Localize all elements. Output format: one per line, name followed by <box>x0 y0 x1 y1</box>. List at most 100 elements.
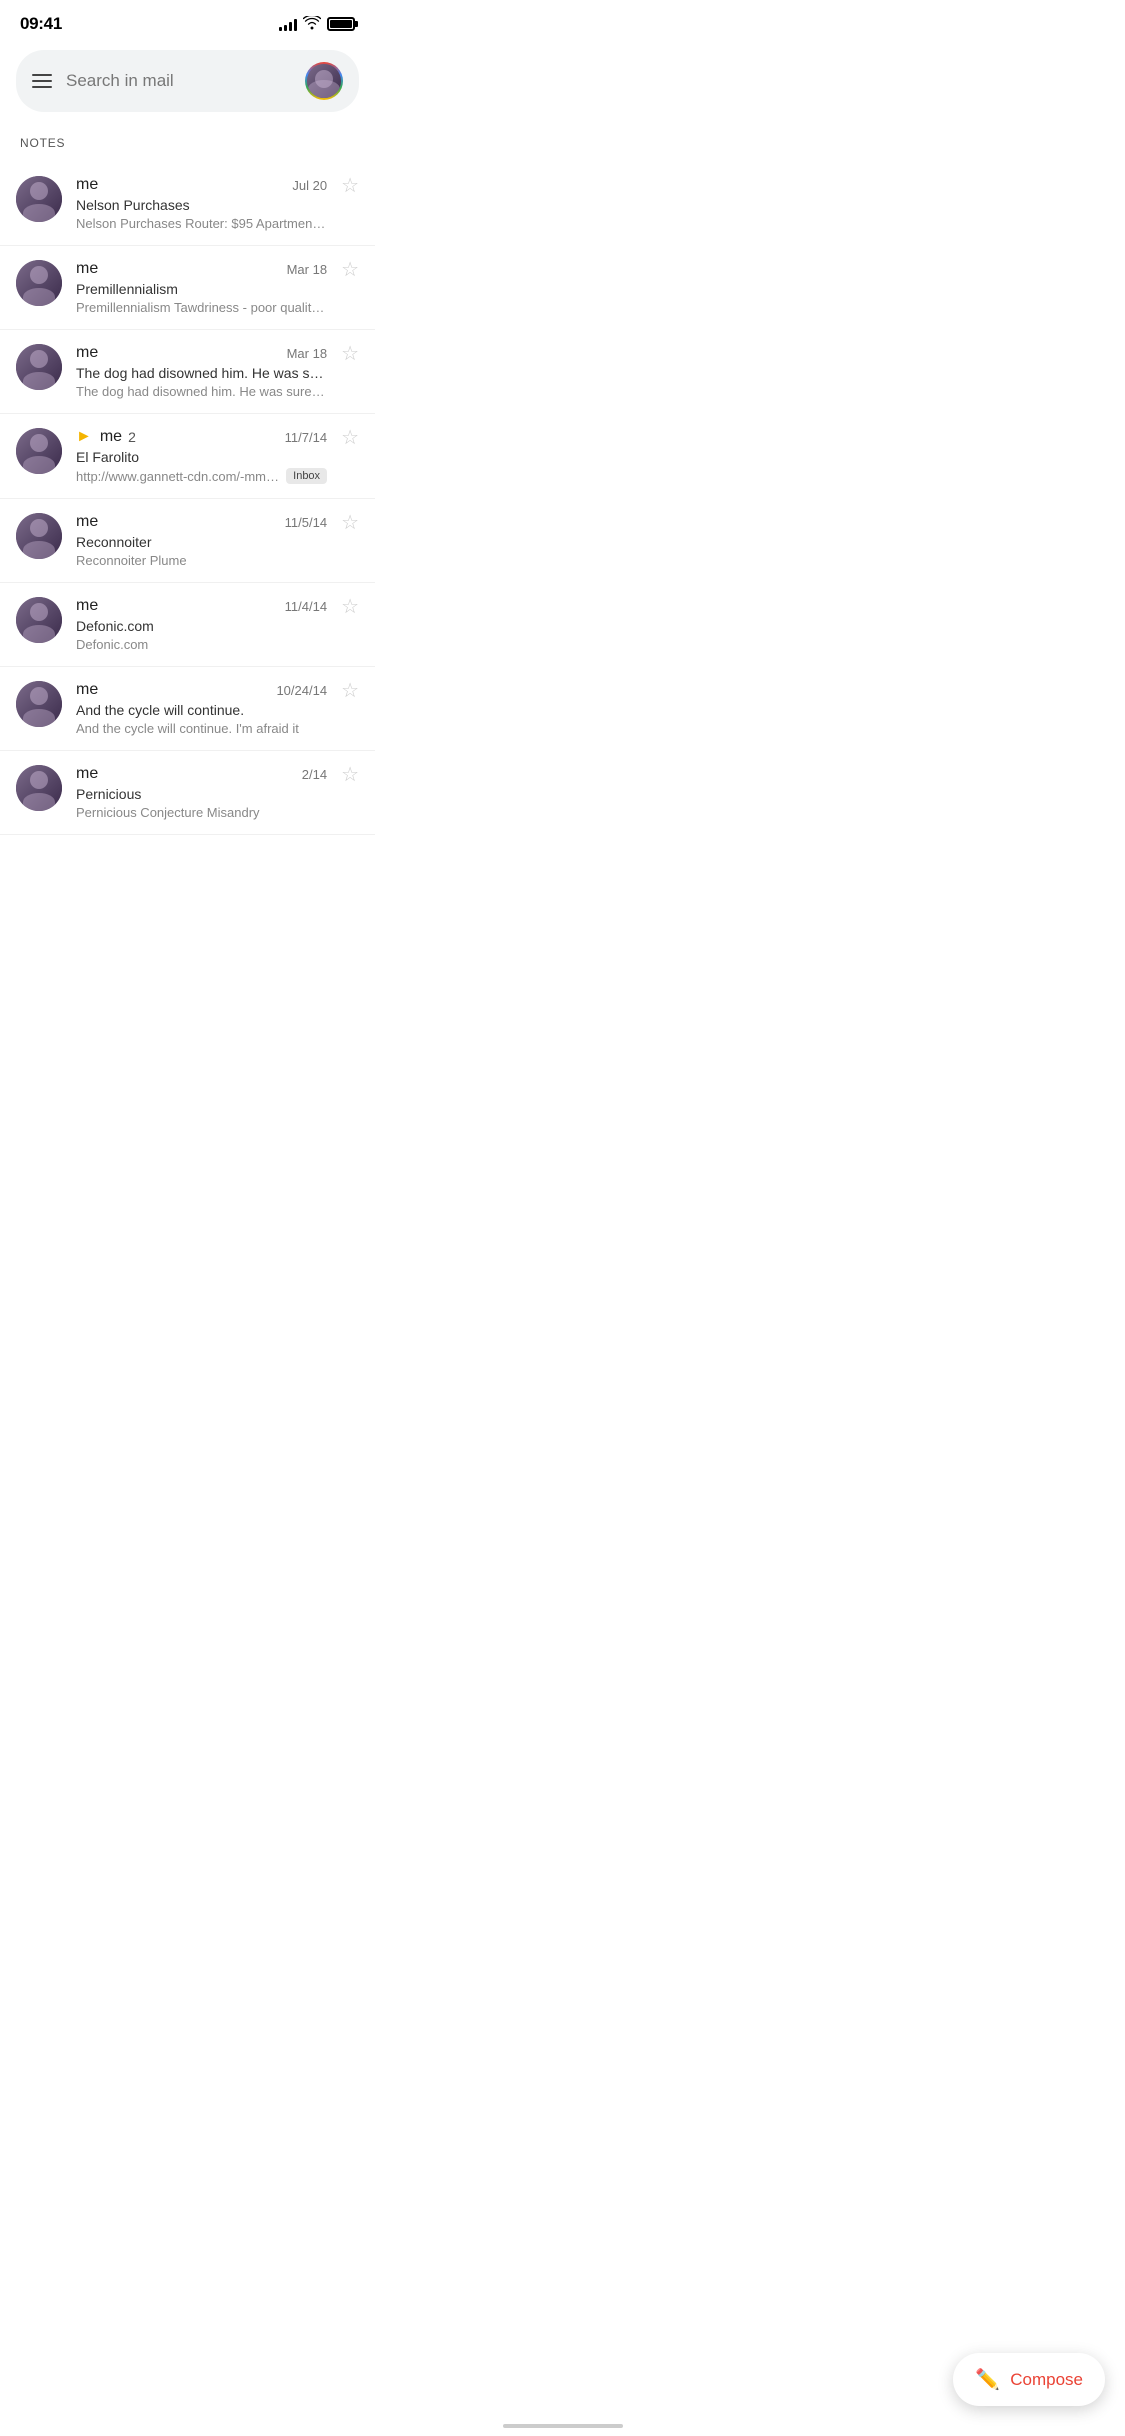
email-preview: Nelson Purchases Router: $95 Apartment D… <box>76 216 327 231</box>
email-sender: me <box>100 428 122 446</box>
email-preview: The dog had disowned him. He was sure of… <box>76 384 327 399</box>
compose-label: Compose <box>1010 2370 1083 2390</box>
email-preview-row: And the cycle will continue. I'm afraid … <box>76 721 327 736</box>
email-list: me Jul 20 Nelson Purchases Nelson Purcha… <box>0 162 375 835</box>
email-avatar <box>16 513 62 559</box>
email-date: Jul 20 <box>292 178 327 193</box>
email-sender-row: me <box>76 597 98 615</box>
email-content: me 2/14 Pernicious Pernicious Conjecture… <box>76 765 327 820</box>
email-header: me Mar 18 <box>76 260 327 278</box>
email-content: me 11/5/14 Reconnoiter Reconnoiter Plume <box>76 513 327 568</box>
email-subject: Premillennialism <box>76 281 327 297</box>
email-content: me 10/24/14 And the cycle will continue.… <box>76 681 327 736</box>
email-sender-row: me <box>76 344 98 362</box>
email-date: 11/5/14 <box>285 515 327 530</box>
email-sender: me <box>76 176 98 194</box>
email-avatar <box>16 597 62 643</box>
email-content: me Jul 20 Nelson Purchases Nelson Purcha… <box>76 176 327 231</box>
star-icon[interactable]: ☆ <box>341 428 359 448</box>
email-avatar <box>16 765 62 811</box>
wifi-icon <box>303 16 321 33</box>
email-content: me Mar 18 Premillennialism Premillennial… <box>76 260 327 315</box>
email-subject: Reconnoiter <box>76 534 327 550</box>
email-date: 10/24/14 <box>276 683 327 698</box>
star-icon[interactable]: ☆ <box>341 681 359 701</box>
email-subject: And the cycle will continue. <box>76 702 327 718</box>
email-preview-row: http://www.gannett-cdn.com/-mm-/9e15... … <box>76 468 327 484</box>
search-bar[interactable]: Search in mail <box>16 50 359 112</box>
email-sender: me <box>76 681 98 699</box>
email-preview: Reconnoiter Plume <box>76 553 327 568</box>
hamburger-menu-icon[interactable] <box>32 74 52 88</box>
email-content: me Mar 18 The dog had disowned him. He w… <box>76 344 327 399</box>
compose-pencil-icon: ✏️ <box>975 2367 1000 2392</box>
compose-button[interactable]: ✏️ Compose <box>953 2353 1105 2406</box>
email-date: 2/14 <box>302 767 327 782</box>
profile-avatar-inner <box>307 64 341 98</box>
email-preview-row: Nelson Purchases Router: $95 Apartment D… <box>76 216 327 231</box>
email-header: me Jul 20 <box>76 176 327 194</box>
email-sender: me <box>76 765 98 783</box>
email-subject: Defonic.com <box>76 618 327 634</box>
email-date: Mar 18 <box>287 346 327 361</box>
email-preview: http://www.gannett-cdn.com/-mm-/9e15... <box>76 469 280 484</box>
email-item[interactable]: me 10/24/14 And the cycle will continue.… <box>0 667 375 751</box>
email-subject: Pernicious <box>76 786 327 802</box>
email-avatar <box>16 428 62 474</box>
status-icons <box>279 16 355 33</box>
star-icon[interactable]: ☆ <box>341 765 359 785</box>
email-preview: Pernicious Conjecture Misandry <box>76 805 327 820</box>
signal-icon <box>279 17 297 31</box>
status-time: 09:41 <box>20 14 62 34</box>
email-item[interactable]: me 11/4/14 Defonic.com Defonic.com ☆ <box>0 583 375 667</box>
email-item[interactable]: me Mar 18 Premillennialism Premillennial… <box>0 246 375 330</box>
star-icon[interactable]: ☆ <box>341 597 359 617</box>
email-sender: me <box>76 260 98 278</box>
email-subject: The dog had disowned him. He was sure of… <box>76 365 327 381</box>
email-avatar <box>16 681 62 727</box>
email-date: Mar 18 <box>287 262 327 277</box>
email-subject: Nelson Purchases <box>76 197 327 213</box>
email-preview: Defonic.com <box>76 637 327 652</box>
profile-avatar[interactable] <box>305 62 343 100</box>
email-sender-row: me <box>76 176 98 194</box>
email-sender-row: me <box>76 681 98 699</box>
search-container: Search in mail <box>0 40 375 128</box>
star-icon[interactable]: ☆ <box>341 513 359 533</box>
email-count: 2 <box>128 429 136 445</box>
email-item[interactable]: ► me 2 11/7/14 El Farolito http://www.ga… <box>0 414 375 499</box>
email-avatar <box>16 260 62 306</box>
search-input[interactable]: Search in mail <box>66 71 291 91</box>
forward-icon: ► <box>76 428 92 446</box>
home-indicator <box>503 2424 623 2428</box>
email-sender: me <box>76 597 98 615</box>
email-item[interactable]: me 11/5/14 Reconnoiter Reconnoiter Plume… <box>0 499 375 583</box>
email-header: me 2/14 <box>76 765 327 783</box>
email-header: me 11/5/14 <box>76 513 327 531</box>
email-content: me 11/4/14 Defonic.com Defonic.com <box>76 597 327 652</box>
email-header: me Mar 18 <box>76 344 327 362</box>
email-preview-row: Defonic.com <box>76 637 327 652</box>
email-sender-row: me <box>76 765 98 783</box>
battery-icon <box>327 17 355 31</box>
email-date: 11/4/14 <box>285 599 327 614</box>
email-sender-row: me <box>76 260 98 278</box>
email-avatar <box>16 176 62 222</box>
email-preview: Premillennialism Tawdriness - poor quali… <box>76 300 327 315</box>
email-subject: El Farolito <box>76 449 327 465</box>
email-sender-row: ► me 2 <box>76 428 136 446</box>
email-header: me 11/4/14 <box>76 597 327 615</box>
email-header: me 10/24/14 <box>76 681 327 699</box>
star-icon[interactable]: ☆ <box>341 260 359 280</box>
email-item[interactable]: me Mar 18 The dog had disowned him. He w… <box>0 330 375 414</box>
section-label: NOTES <box>0 128 375 162</box>
star-icon[interactable]: ☆ <box>341 344 359 364</box>
email-sender: me <box>76 513 98 531</box>
star-icon[interactable]: ☆ <box>341 176 359 196</box>
email-date: 11/7/14 <box>285 430 327 445</box>
email-item[interactable]: me Jul 20 Nelson Purchases Nelson Purcha… <box>0 162 375 246</box>
inbox-badge: Inbox <box>286 468 327 484</box>
email-avatar <box>16 344 62 390</box>
email-item[interactable]: me 2/14 Pernicious Pernicious Conjecture… <box>0 751 375 835</box>
email-preview-row: Reconnoiter Plume <box>76 553 327 568</box>
